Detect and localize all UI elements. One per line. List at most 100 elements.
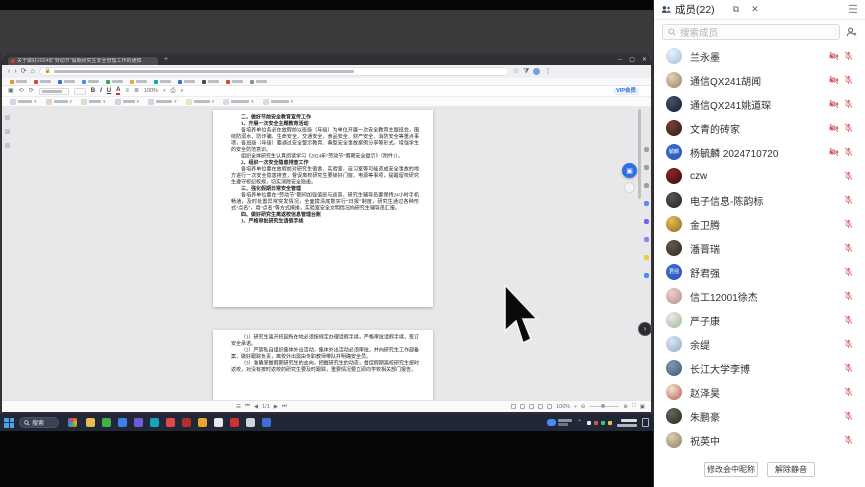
member-row[interactable]: 通信QX241姚道琛: [654, 92, 865, 116]
next-page-icon[interactable]: ▶: [274, 404, 278, 410]
bookmark-item[interactable]: [154, 80, 171, 84]
font-color-button[interactable]: A: [116, 87, 120, 95]
rename-button[interactable]: 修改会中昵称: [704, 462, 758, 477]
wps-assistant-button[interactable]: ▣: [622, 163, 637, 178]
toolbar-chip[interactable]: ▾: [263, 99, 294, 105]
member-row[interactable]: 金卫腾: [654, 212, 865, 236]
bookmark-item[interactable]: [178, 80, 195, 84]
tray-icon[interactable]: [601, 421, 605, 425]
underline-button[interactable]: U: [107, 88, 111, 94]
prev-page-icon[interactable]: ◀: [254, 404, 258, 410]
browser-tab[interactable]: 关于做好2024年“劳动节”假期研究生安全管理工作的通知: [8, 57, 158, 65]
rail-extension-icon[interactable]: [644, 201, 649, 206]
print-icon[interactable]: ⎙: [171, 86, 176, 96]
browser-menu-icon[interactable]: ⋮: [544, 65, 551, 78]
member-row[interactable]: 潘晋瑞: [654, 236, 865, 260]
bookmark-item[interactable]: [226, 80, 243, 84]
undo-icon[interactable]: ⟲: [19, 86, 24, 96]
zoom-in-icon[interactable]: ⊕: [623, 404, 628, 410]
popout-icon[interactable]: ⧉: [733, 4, 739, 15]
profile-avatar-icon[interactable]: [533, 68, 540, 75]
taskbar-app-icon[interactable]: [246, 418, 255, 427]
member-row[interactable]: 君强舒君强: [654, 260, 865, 284]
taskbar-app-icon[interactable]: [166, 418, 175, 427]
bookmark-star-icon[interactable]: ☆: [513, 65, 519, 78]
taskbar-app-icon[interactable]: [230, 418, 239, 427]
taskbar-app-icon[interactable]: [150, 418, 159, 427]
first-page-icon[interactable]: ⏮: [245, 403, 250, 410]
fit-page-icon[interactable]: ▣: [640, 404, 645, 410]
rail-icon[interactable]: [5, 143, 10, 148]
member-row[interactable]: 文青的砖家: [654, 116, 865, 140]
bookmark-item[interactable]: [250, 80, 267, 84]
close-window-icon[interactable]: ✕: [642, 56, 647, 64]
weather-widget[interactable]: [547, 419, 572, 426]
taskbar-app-icon[interactable]: [118, 418, 127, 427]
font-name-select[interactable]: [39, 88, 69, 95]
minimize-icon[interactable]: ─: [618, 56, 622, 64]
member-row[interactable]: 信工12001徐杰: [654, 284, 865, 308]
view-mode-icon[interactable]: [511, 404, 516, 409]
zoom-out-icon[interactable]: ⊖: [581, 404, 586, 410]
toolbar-chip[interactable]: ▾: [46, 99, 73, 105]
new-tab-button[interactable]: +: [164, 56, 168, 63]
rail-extension-icon[interactable]: [644, 183, 649, 188]
taskbar-app-icon[interactable]: [262, 418, 271, 427]
redo-icon[interactable]: ⟳: [29, 86, 34, 96]
align-center-icon[interactable]: ≣: [134, 86, 139, 96]
tray-icon[interactable]: [608, 421, 612, 425]
bookmark-item[interactable]: [82, 80, 99, 84]
toolbar-chip[interactable]: ▾: [148, 99, 177, 105]
member-row[interactable]: 余缇: [654, 332, 865, 356]
toolbar-chip[interactable]: ▾: [223, 99, 254, 105]
align-left-icon[interactable]: ≡: [125, 86, 129, 96]
member-row[interactable]: czw: [654, 164, 865, 188]
view-mode-icon[interactable]: [529, 404, 534, 409]
view-mode-icon[interactable]: [547, 404, 552, 409]
zoom-select[interactable]: 100%: [144, 88, 158, 94]
taskbar-app-icon[interactable]: [182, 418, 191, 427]
search-input[interactable]: 搜索成员: [662, 24, 840, 40]
font-size-select[interactable]: [74, 88, 86, 95]
member-row[interactable]: 严子康: [654, 308, 865, 332]
taskbar-app-icon[interactable]: [102, 418, 111, 427]
vip-badge[interactable]: VIP会员: [613, 88, 639, 95]
close-panel-icon[interactable]: ✕: [751, 4, 759, 15]
rail-extension-icon[interactable]: [644, 165, 649, 170]
member-row[interactable]: 祝英中: [654, 428, 865, 452]
rail-icon[interactable]: [5, 129, 10, 134]
extensions-icon[interactable]: ⧩: [523, 65, 529, 78]
member-row[interactable]: 毓麟杨毓麟 2024710720: [654, 140, 865, 164]
tray-icon[interactable]: [587, 421, 591, 425]
panel-collapse-handle[interactable]: ›: [638, 322, 652, 336]
back-icon[interactable]: ‹: [8, 65, 10, 78]
member-row[interactable]: 赵泽昊: [654, 380, 865, 404]
taskbar-app-icon[interactable]: [214, 418, 223, 427]
member-row[interactable]: 长江大学李博: [654, 356, 865, 380]
document-scrollbar[interactable]: [638, 109, 641, 199]
menu-icon[interactable]: ☰: [236, 404, 241, 410]
task-view-icon[interactable]: [68, 418, 77, 427]
refresh-icon[interactable]: ⟳: [21, 65, 27, 78]
taskbar-app-icon[interactable]: [198, 418, 207, 427]
taskbar-clock[interactable]: [617, 419, 637, 427]
maximize-icon[interactable]: ▢: [629, 56, 635, 64]
view-mode-icon[interactable]: [520, 404, 525, 409]
bookmark-item[interactable]: [58, 80, 75, 84]
save-icon[interactable]: ▣: [8, 86, 14, 96]
toolbar-chip[interactable]: ▾: [10, 99, 37, 105]
taskbar-search[interactable]: 搜索: [19, 417, 59, 428]
toolbar-chip[interactable]: ▾: [115, 99, 140, 105]
rail-extension-icon[interactable]: [644, 255, 649, 260]
tray-icon[interactable]: [594, 421, 598, 425]
tray-expand-icon[interactable]: ⌃: [577, 419, 582, 426]
toolbar-chip[interactable]: ▾: [81, 99, 106, 105]
bookmark-item[interactable]: [106, 80, 123, 84]
bold-button[interactable]: B: [91, 88, 95, 94]
view-mode-icon[interactable]: [538, 404, 543, 409]
bookmark-item[interactable]: [130, 80, 147, 84]
rail-extension-icon[interactable]: [644, 219, 649, 224]
home-icon[interactable]: ⌂: [31, 65, 35, 78]
url-field[interactable]: 🔒: [39, 67, 509, 76]
rail-extension-icon[interactable]: [644, 237, 649, 242]
